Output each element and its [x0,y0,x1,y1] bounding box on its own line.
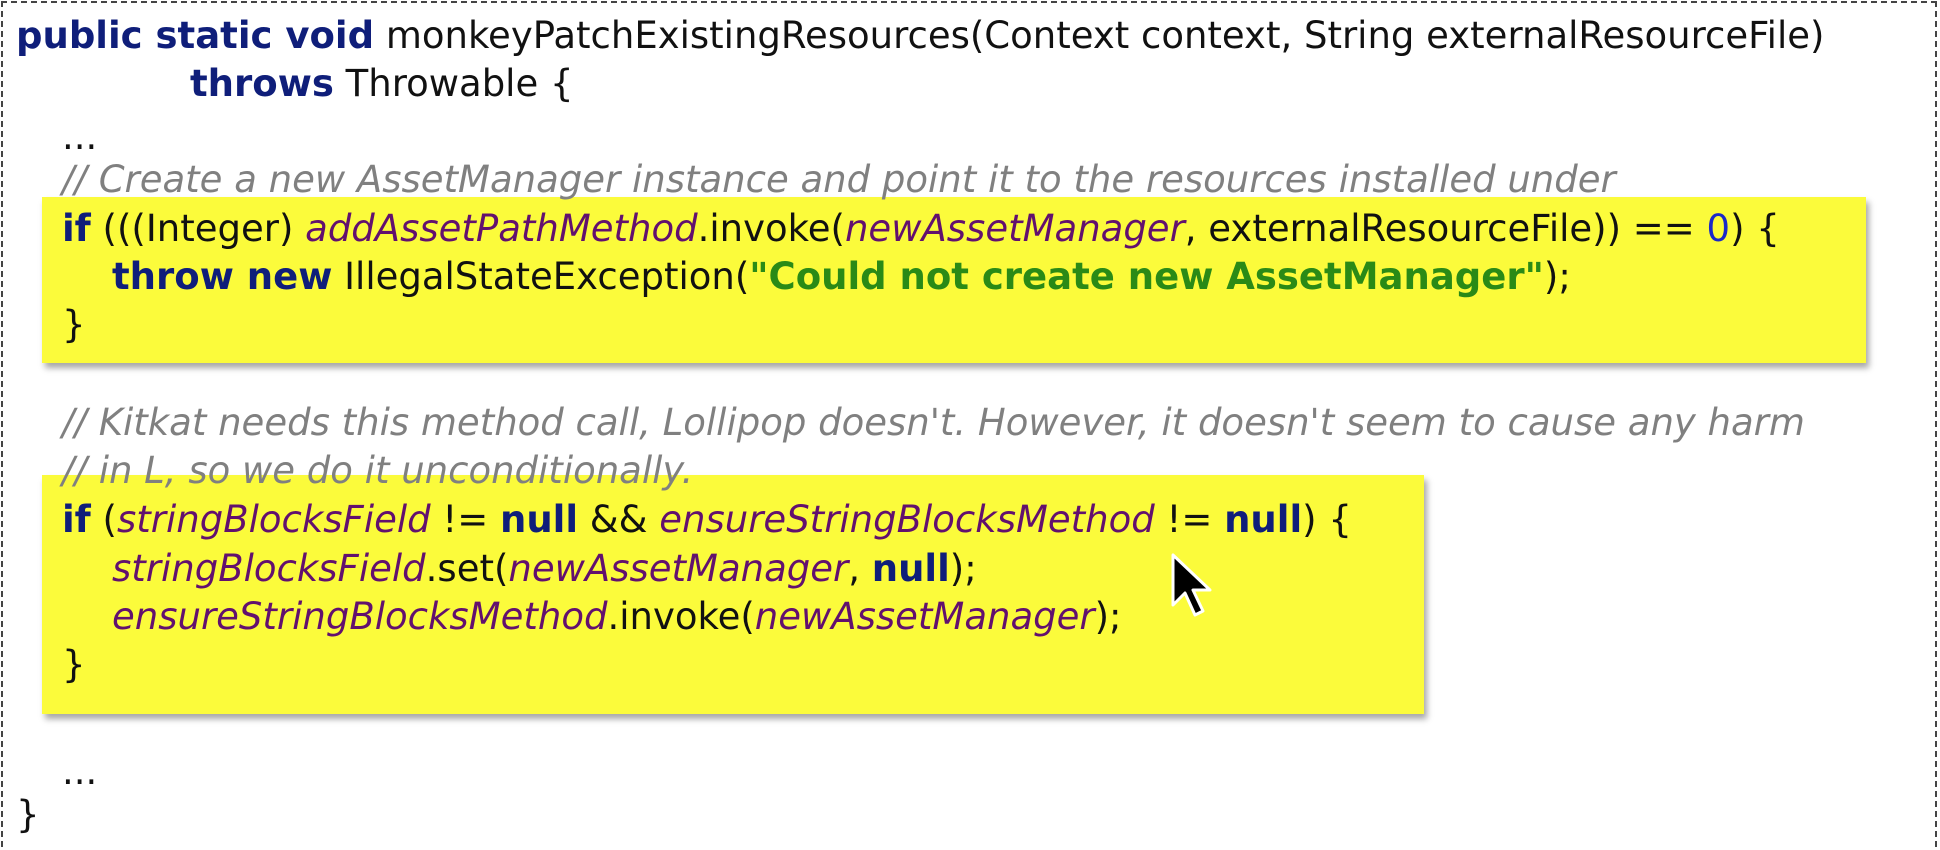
field-reference: addAssetPathMethod [305,207,698,250]
code-line-if-add-asset-path: if (((Integer) addAssetPathMethod.invoke… [62,205,1780,253]
code-ellipsis-top: ... [62,115,98,158]
keyword: if [62,498,91,541]
field-reference: ensureStringBlocksMethod [112,595,608,638]
code-text: monkeyPatchExistingResources(Context con… [374,14,1825,57]
mouse-pointer-icon [1171,553,1212,617]
code-text: , [848,547,872,590]
string-literal: "Could not create new AssetManager" [749,255,1544,298]
code-line-throws: throws Throwable { [190,60,574,108]
code-text: .set( [425,547,509,590]
code-text: ) { [1302,498,1352,541]
field-reference: ensureStringBlocksMethod [659,498,1155,541]
code-text: ( [90,498,117,541]
code-close-brace: } [62,643,86,686]
code-comment: // Kitkat needs this method call, Lollip… [62,401,1805,444]
field-reference: stringBlocksField [112,547,426,590]
field-reference: stringBlocksField [116,498,431,541]
code-ellipsis-bottom: ... [62,750,98,793]
keyword: throw new [112,255,333,298]
code-text: .invoke( [607,595,755,638]
number-literal: 0 [1706,207,1731,250]
variable-reference: newAssetManager [844,207,1185,250]
code-text: && [578,498,660,541]
code-line-throw: throw new IllegalStateException("Could n… [112,253,1571,301]
keyword: null [871,547,950,590]
code-text: ); [1543,255,1571,298]
code-line-signature: public static void monkeyPatchExistingRe… [16,12,1824,60]
code-text: Throwable { [333,62,574,105]
code-close-brace: } [62,303,86,346]
variable-reference: newAssetManager [754,595,1095,638]
keyword: throws [190,62,334,105]
code-text: (((Integer) [90,207,306,250]
code-text: ) { [1730,207,1780,250]
variable-reference: newAssetManager [508,547,849,590]
code-text: != [1154,498,1225,541]
keyword: if [62,207,91,250]
code-close-brace-method: } [16,793,40,836]
keyword: public static void [16,14,375,57]
code-comment: // in L, so we do it unconditionally. [62,449,694,492]
code-line-set: stringBlocksField.set(newAssetManager, n… [112,545,977,593]
code-comment: // Create a new AssetManager instance an… [62,158,1616,201]
code-text: ); [949,547,977,590]
code-text: ); [1094,595,1122,638]
keyword: null [500,498,579,541]
code-line-if-string-blocks: if (stringBlocksField != null && ensureS… [62,496,1352,544]
code-text: .invoke( [697,207,845,250]
code-line-invoke: ensureStringBlocksMethod.invoke(newAsset… [112,593,1122,641]
code-text: , externalResourceFile)) == [1184,207,1707,250]
code-text: != [430,498,500,541]
keyword: null [1224,498,1303,541]
code-text: IllegalStateException( [332,255,750,298]
